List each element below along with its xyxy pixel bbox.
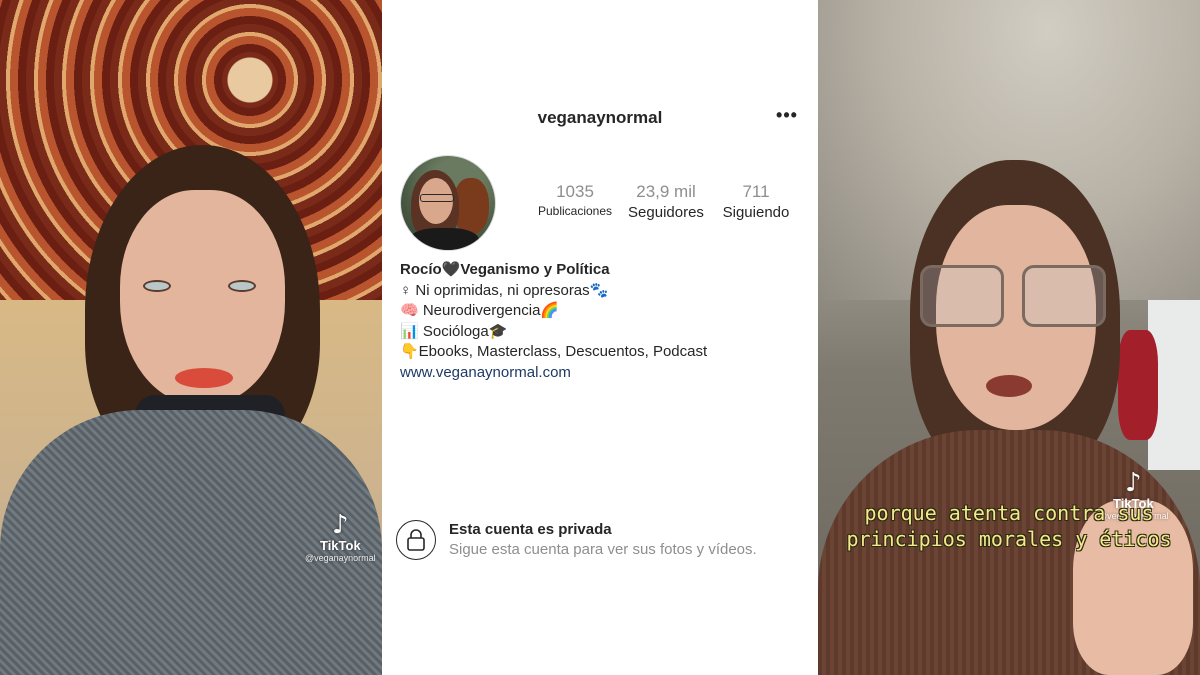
avatar-shirt [409, 228, 479, 250]
tiktok-note-icon: ♪ [332, 510, 349, 540]
glasses [920, 265, 1108, 329]
private-title: Esta cuenta es privada [449, 521, 612, 538]
private-account-notice: Esta cuenta es privada Sigue esta cuenta… [396, 518, 806, 568]
tiktok-handle: @veganaynormal [305, 553, 376, 563]
stat-posts[interactable]: 1035 Publicaciones [534, 182, 616, 218]
bio-line-3: 📊 Socióloga🎓 [400, 322, 508, 340]
instagram-profile: veganaynormal ••• 1035 Publicaciones 23,… [382, 0, 818, 675]
video-caption: porque atenta contra sus principios mora… [818, 500, 1200, 552]
glasses-right-lens [1022, 265, 1106, 327]
bio-line-1: ♀ Ni oprimidas, ni opresoras🐾 [400, 281, 609, 299]
lips [175, 368, 233, 388]
avatar-glasses [420, 194, 454, 202]
caption-line-2: principios morales y éticos [846, 527, 1172, 551]
stat-following[interactable]: 711 Siguiendo [716, 182, 796, 221]
right-tiktok-video: ♪ TikTok @veganaynormal porque atenta co… [818, 0, 1200, 675]
car-seat [1118, 330, 1158, 440]
stat-posts-value: 1035 [556, 182, 594, 201]
bio-line-4: 👇Ebooks, Masterclass, Descuentos, Podcas… [400, 343, 708, 360]
tiktok-watermark: ♪ TikTok @veganaynormal [305, 512, 376, 563]
right-eye [228, 280, 256, 292]
more-options-icon[interactable]: ••• [776, 106, 798, 128]
bio-name: Rocío🖤Veganismo y Política [400, 261, 610, 278]
stat-following-value: 711 [742, 182, 770, 201]
bio-line-2: 🧠 Neurodivergencia🌈 [400, 302, 560, 319]
profile-bio: Rocío🖤Veganismo y Política ♀ Ni oprimida… [400, 260, 800, 383]
stat-followers-label: Seguidores [628, 204, 704, 221]
stat-posts-label: Publicaciones [537, 204, 613, 218]
tiktok-brand: TikTok [319, 538, 361, 553]
stat-followers-value: 23,9 mil [636, 182, 696, 201]
left-tiktok-video: ♪ TikTok @veganaynormal [0, 0, 382, 675]
stat-followers[interactable]: 23,9 mil Seguidores [622, 182, 710, 221]
left-eye [143, 280, 171, 292]
avatar[interactable] [400, 155, 496, 251]
stat-following-label: Siguiendo [722, 204, 790, 221]
caption-line-1: porque atenta contra sus [864, 501, 1154, 525]
tiktok-note-icon: ♪ [1125, 468, 1142, 498]
lock-icon [396, 520, 436, 560]
mouth [986, 375, 1032, 397]
bio-website-link[interactable]: www.veganaynormal.com [400, 363, 800, 384]
private-subtitle: Sigue esta cuenta para ver sus fotos y v… [449, 541, 757, 558]
glasses-left-lens [920, 265, 1004, 327]
profile-username: veganaynormal [537, 108, 663, 127]
